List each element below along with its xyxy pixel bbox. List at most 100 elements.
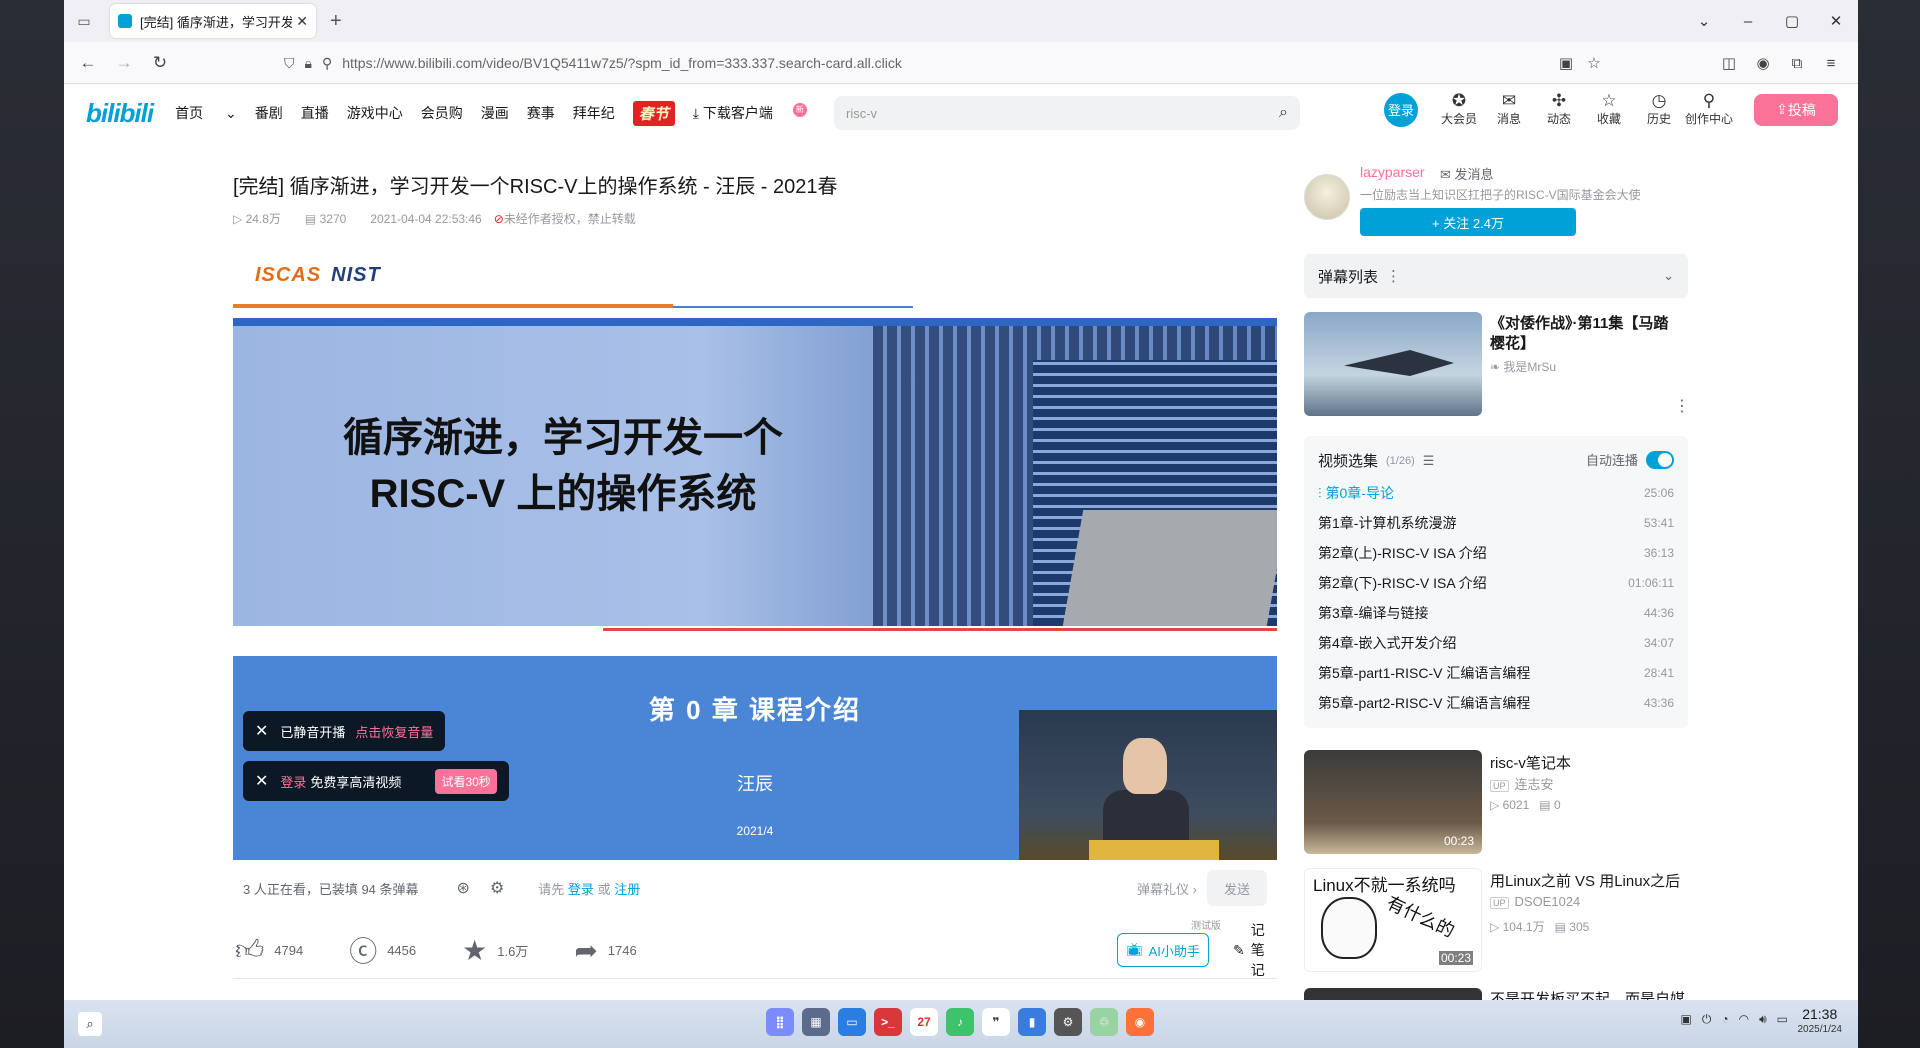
lock-icon[interactable]: 🔒︎ — [305, 55, 312, 72]
volume-icon[interactable]: 🔊︎ — [1759, 1012, 1767, 1027]
power-icon[interactable]: ⏻ — [1702, 1012, 1712, 1027]
uploader-name[interactable]: lazyparser — [1360, 164, 1425, 180]
episode-item[interactable]: 第2章(下)-RISC-V ISA 介绍 01:06:11 — [1318, 570, 1674, 596]
send-danmaku-button[interactable]: 发送 — [1207, 870, 1267, 906]
close-window-icon[interactable]: ✕ — [1814, 12, 1858, 30]
autoplay-toggle[interactable]: 自动连播 — [1586, 450, 1674, 469]
video-player[interactable]: ISCAS NIST 循序渐进，学习开发一个 RISC-V 上的操作系统 第 0 … — [233, 250, 1277, 860]
danmaku-settings-icon[interactable]: ⚙ — [490, 878, 504, 898]
bilibili-logo[interactable]: bilibili — [86, 98, 154, 129]
tab-overflow-icon[interactable]: ⌄ — [1682, 12, 1726, 30]
episode-item[interactable]: 第4章-嵌入式开发介绍 34:07 — [1318, 630, 1674, 656]
rec-title[interactable]: 不是开发板买不起，而是自媒 — [1490, 988, 1685, 1000]
file-manager-icon[interactable]: ▭ — [838, 1008, 866, 1036]
danmaku-etiquette-link[interactable]: 弹幕礼仪 › — [1137, 879, 1197, 898]
bookmark-star-icon[interactable]: ☆ — [1580, 54, 1608, 72]
follow-button[interactable]: + 关注 2.4万 — [1360, 208, 1576, 236]
menu-esports[interactable]: 赛事 — [527, 103, 555, 123]
device-manager-icon[interactable]: ▮ — [1018, 1008, 1046, 1036]
coin-button[interactable]: ⓒ 4456 — [349, 930, 416, 970]
danmaku-register-link[interactable]: 注册 — [614, 882, 640, 897]
quote-app-icon[interactable]: ❞ — [982, 1008, 1010, 1036]
rec-thumbnail[interactable]: 00:23 — [1304, 750, 1482, 854]
user-creator[interactable]: ⚲ 创作中心 — [1684, 92, 1734, 127]
episode-item[interactable]: 第2章(上)-RISC-V ISA 介绍 36:13 — [1318, 540, 1674, 566]
danmaku-list-panel[interactable]: 弹幕列表 ⋮ ⌄ — [1304, 254, 1688, 298]
login-avatar-button[interactable]: 登录 — [1384, 92, 1418, 127]
terminal-icon[interactable]: >_ — [874, 1008, 902, 1036]
rec-title[interactable]: 用Linux之前 VS 用Linux之后 — [1490, 870, 1680, 891]
toast-login-link[interactable]: 登录 — [280, 772, 306, 791]
download-client-link[interactable]: ⤓ 下载客户端新 — [693, 103, 825, 123]
episode-item[interactable]: 第1章-计算机系统漫游 53:41 — [1318, 510, 1674, 536]
browser-tab-active[interactable]: [完结] 循序渐进，学习开发 ✕ — [110, 4, 316, 38]
menu-shop[interactable]: 会员购 — [421, 103, 463, 123]
episode-item[interactable]: 第5章-part2-RISC-V 汇编语言编程 43:36 — [1318, 690, 1674, 716]
shield-icon[interactable]: ⛉ — [284, 55, 295, 72]
rec-title[interactable]: risc-v笔记本 — [1490, 752, 1571, 773]
taskbar-search-icon[interactable]: ⌕ — [78, 1012, 102, 1036]
minimize-icon[interactable]: – — [1726, 13, 1770, 30]
rec-thumbnail[interactable] — [1304, 988, 1482, 1000]
back-icon[interactable]: ← — [70, 53, 106, 73]
wifi-icon[interactable]: ◠ — [1739, 1012, 1749, 1027]
favorite-button[interactable]: ★ 1.6万 — [462, 934, 528, 967]
new-tab-icon[interactable]: + — [330, 10, 342, 33]
trash-icon[interactable]: ♲ — [1090, 1008, 1118, 1036]
user-message[interactable]: ✉ 消息 — [1484, 92, 1534, 127]
menu-home[interactable]: 首页 ⌄ — [175, 103, 237, 123]
autoplay-switch[interactable] — [1646, 450, 1674, 469]
permissions-icon[interactable]: ⚲ — [322, 55, 332, 72]
rec-uploader[interactable]: UP 连志安 — [1490, 774, 1554, 793]
menu-manga[interactable]: 漫画 — [481, 103, 509, 123]
notification-icon[interactable]: ◔ — [1721, 1012, 1728, 1027]
menu-icon[interactable]: ≡ — [1814, 55, 1848, 72]
multitask-icon[interactable]: ▦ — [802, 1008, 830, 1036]
episode-item[interactable]: 第3章-编译与链接 44:36 — [1318, 600, 1674, 626]
close-icon[interactable]: ✕ — [255, 771, 268, 791]
tray-app-icon[interactable]: ▣ — [1681, 1012, 1692, 1027]
rec-uploader[interactable]: UP DSOE1024 — [1490, 894, 1580, 909]
user-favorite[interactable]: ☆ 收藏 — [1584, 92, 1634, 127]
menu-anime[interactable]: 番剧 — [255, 103, 283, 123]
menu-games[interactable]: 游戏中心 — [347, 103, 403, 123]
uploader-avatar[interactable] — [1304, 174, 1350, 220]
firefox-icon[interactable]: ◉ — [1126, 1008, 1154, 1036]
url-text[interactable]: https://www.bilibili.com/video/BV1Q5411w… — [342, 55, 902, 71]
user-history[interactable]: ◷ 历史 — [1634, 92, 1684, 127]
ai-assistant-button[interactable]: 📺︎ AI小助手 — [1117, 933, 1209, 967]
extensions-icon[interactable]: ⧉ — [1780, 55, 1814, 72]
rec-thumbnail[interactable]: Linux不就一系统吗 有什么的 00:23 — [1304, 868, 1482, 972]
note-button[interactable]: ✎ 记笔记 — [1233, 922, 1277, 978]
more-icon[interactable]: ⋮ — [1386, 267, 1401, 285]
restore-volume-link[interactable]: 点击恢复音量 — [355, 722, 433, 741]
send-message-link[interactable]: ✉ 发消息 — [1440, 164, 1494, 183]
reader-icon[interactable]: ▣ — [1552, 54, 1580, 72]
try-30s-button[interactable]: 试看30秒 — [435, 768, 497, 794]
reload-icon[interactable]: ↻ — [142, 53, 178, 73]
search-icon[interactable]: ⌕ — [1279, 104, 1288, 122]
share-button[interactable]: ➦ 1746 — [574, 934, 636, 967]
episode-item-active[interactable]: ⫶ 第0章-导论 25:06 — [1318, 480, 1674, 506]
list-view-icon[interactable]: ☰ — [1423, 453, 1435, 469]
user-vip[interactable]: ✪ 大会员 — [1434, 92, 1484, 127]
danmaku-login-link[interactable]: 登录 — [568, 882, 594, 897]
chevron-down-icon[interactable]: ⌄ — [1663, 268, 1674, 284]
tab-list-icon[interactable]: ▭ — [64, 0, 104, 42]
maximize-icon[interactable]: ▢ — [1770, 12, 1814, 30]
menu-live[interactable]: 直播 — [301, 103, 329, 123]
address-bar[interactable]: ⛉ 🔒︎ ⚲ https://www.bilibili.com/video/BV… — [284, 48, 1558, 78]
ad-thumbnail[interactable] — [1304, 312, 1482, 416]
upload-button[interactable]: ⇪ 投稿 — [1754, 93, 1838, 126]
music-icon[interactable]: ♪ — [946, 1008, 974, 1036]
search-input[interactable]: risc-v ⌕ — [834, 96, 1300, 130]
account-icon[interactable]: ◉ — [1746, 54, 1780, 72]
episode-item[interactable]: 第5章-part1-RISC-V 汇编语言编程 28:41 — [1318, 660, 1674, 686]
ad-title[interactable]: 《对倭作战》·第11集【马踏樱花】 — [1490, 314, 1680, 354]
battery-icon[interactable]: ▭ — [1777, 1012, 1788, 1027]
festival-badge[interactable]: 春节 — [632, 100, 675, 126]
ad-more-icon[interactable]: ⋮ — [1674, 396, 1690, 416]
like-button[interactable]: 👍︎ 4794 — [235, 933, 303, 967]
pocket-icon[interactable]: ◫ — [1712, 54, 1746, 72]
settings-icon[interactable]: ⚙ — [1054, 1008, 1082, 1036]
